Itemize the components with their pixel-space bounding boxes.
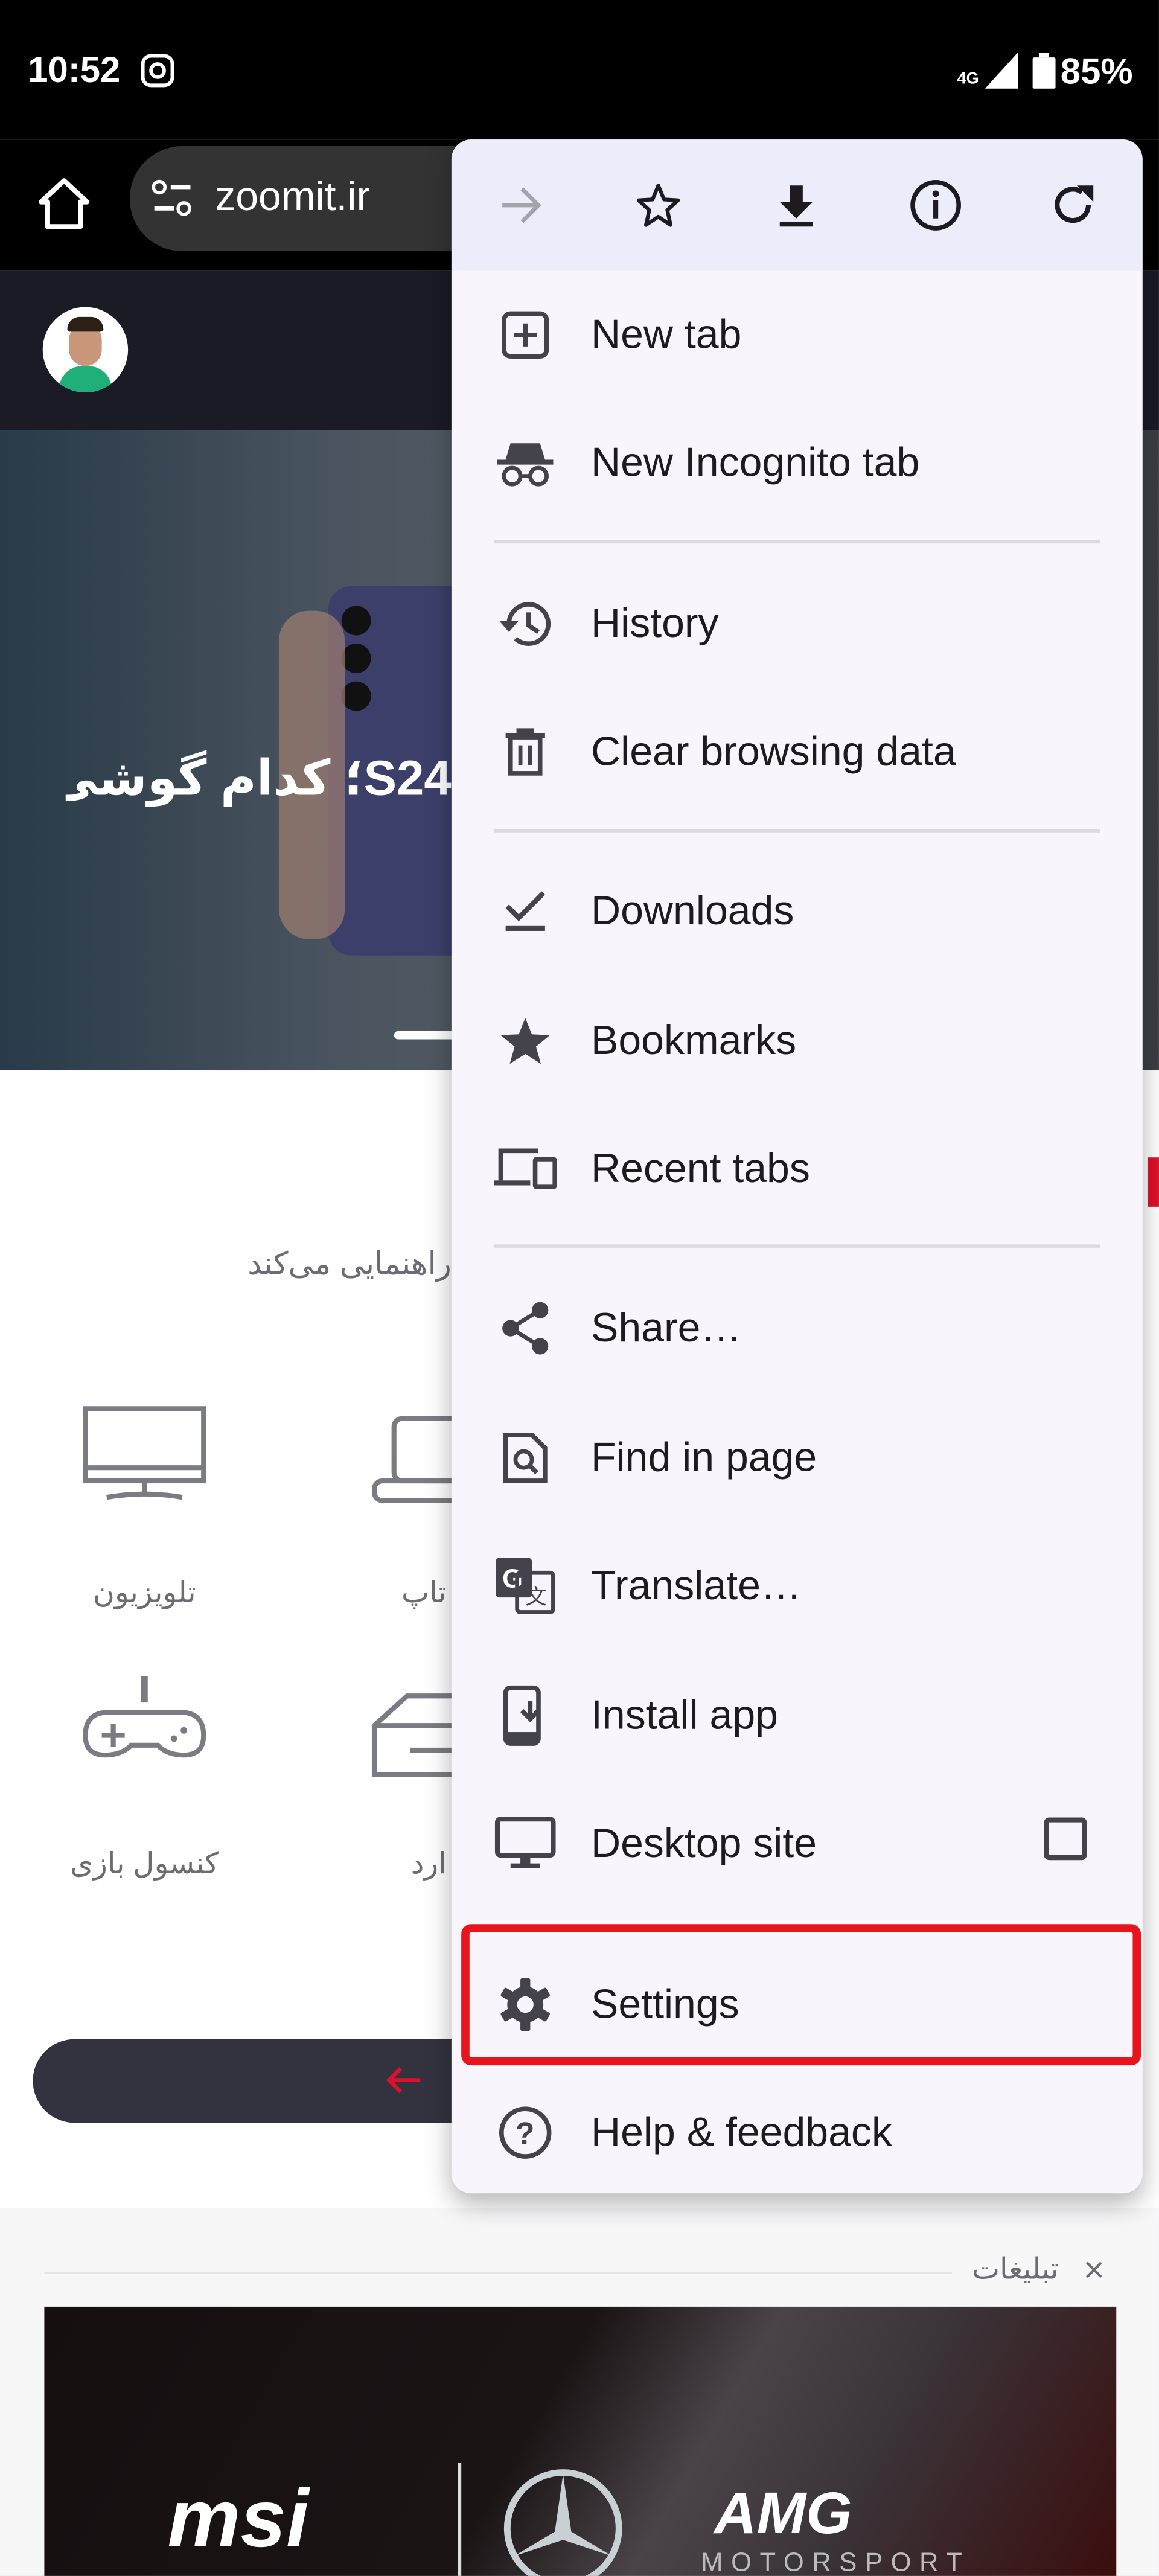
downloads-icon — [493, 878, 558, 944]
history-icon — [493, 591, 558, 657]
menu-item-label: Help & feedback — [591, 2109, 892, 2155]
menu-action-row — [451, 139, 1143, 271]
menu-item-label: Translate… — [591, 1562, 802, 1608]
menu-item-clear-browsing-data[interactable]: Clear browsing data — [452, 688, 1143, 816]
menu-item-help-feedback[interactable]: ? Help & feedback — [452, 2069, 1143, 2194]
menu-item-label: Recent tabs — [591, 1145, 810, 1191]
svg-text:?: ? — [516, 2116, 535, 2151]
ad-brand-motorsport: MOTORSPORT — [701, 2549, 971, 2576]
tv-icon — [83, 1406, 206, 1500]
section-subtitle: راهنمایی می‌کند — [247, 1247, 452, 1282]
incognito-icon — [493, 430, 558, 496]
screen: 10:52 4G 85% zoomit.ir S24؛ کدام گوشی را… — [0, 0, 1159, 2576]
desktop-site-checkbox[interactable] — [1044, 1817, 1087, 1861]
ad-brand-amg: AMG — [714, 2479, 852, 2546]
menu-item-label: Install app — [591, 1692, 778, 1738]
signal-icon — [985, 53, 1018, 89]
menu-item-downloads[interactable]: Downloads — [452, 847, 1143, 975]
menu-item-share[interactable]: Share… — [452, 1264, 1143, 1392]
clock: 10:52 — [28, 49, 121, 91]
settings-highlight-box — [461, 1924, 1141, 2066]
menu-item-label: Find in page — [591, 1434, 817, 1480]
menu-item-label: Bookmarks — [591, 1017, 797, 1063]
site-settings-icon[interactable] — [151, 179, 194, 218]
help-icon: ? — [493, 2100, 558, 2165]
carousel-indicator[interactable] — [394, 1031, 460, 1040]
download-icon[interactable] — [764, 173, 829, 238]
network-type: 4G — [957, 70, 979, 89]
trash-icon — [493, 719, 558, 785]
forward-icon[interactable] — [488, 173, 554, 238]
browser-menu: New tab New Incognito tab History Clear … — [451, 139, 1143, 2194]
category-console[interactable]: کنسول بازی — [46, 1670, 243, 1900]
star-icon — [493, 1008, 558, 1074]
svg-text:文: 文 — [525, 1585, 546, 1609]
category-label: کنسول بازی — [69, 1847, 219, 1880]
ad-section: تبلیغات × msi AMG MOTORSPORT — [0, 2208, 1159, 2576]
category-hard-drive[interactable]: ارد — [361, 1670, 470, 1900]
ad-close-button[interactable]: × — [1084, 2249, 1105, 2292]
menu-item-find-in-page[interactable]: Find in page — [452, 1394, 1143, 1522]
category-label: تلویزیون — [92, 1576, 196, 1609]
desktop-icon — [493, 1811, 558, 1877]
reload-icon[interactable] — [1041, 173, 1106, 238]
menu-item-label: Clear browsing data — [591, 728, 956, 775]
menu-item-translate[interactable]: G文 Translate… — [452, 1522, 1143, 1650]
menu-item-install-app[interactable]: Install app — [452, 1652, 1143, 1780]
avatar[interactable] — [42, 307, 129, 392]
battery-level: 85% — [1060, 51, 1133, 92]
ad-label: تبلیغات — [971, 2252, 1059, 2286]
instagram-icon — [141, 54, 174, 88]
translate-icon: G文 — [493, 1553, 558, 1619]
menu-item-history[interactable]: History — [452, 560, 1143, 688]
menu-divider — [494, 829, 1100, 833]
svg-text:G: G — [502, 1565, 523, 1594]
find-icon — [493, 1425, 558, 1491]
menu-item-new-tab[interactable]: New tab — [452, 271, 1143, 399]
category-label: ارد — [410, 1847, 447, 1880]
divider — [44, 2272, 953, 2274]
arrow-left-icon — [386, 2067, 421, 2094]
category-label: تاپ — [401, 1576, 447, 1609]
menu-item-label: Share… — [591, 1304, 742, 1350]
devices-icon — [493, 1136, 558, 1202]
install-app-icon — [493, 1683, 558, 1748]
status-bar: 10:52 4G 85% — [0, 0, 1159, 140]
menu-divider — [494, 540, 1100, 544]
gamepad-icon — [83, 1676, 206, 1758]
menu-item-desktop-site[interactable]: Desktop site — [452, 1780, 1143, 1908]
share-icon — [493, 1296, 558, 1361]
menu-item-label: New Incognito tab — [591, 439, 920, 485]
info-icon[interactable] — [903, 173, 969, 238]
mercedes-logo — [503, 2469, 622, 2576]
ad-brand-msi: msi — [167, 2472, 309, 2565]
bookmark-star-icon[interactable] — [625, 173, 691, 238]
menu-item-label: Desktop site — [591, 1820, 817, 1866]
home-icon[interactable] — [36, 176, 92, 231]
menu-divider — [494, 1244, 1100, 1248]
accent-bar — [1147, 1157, 1159, 1207]
menu-item-recent-tabs[interactable]: Recent tabs — [452, 1105, 1143, 1233]
new-tab-icon — [493, 302, 558, 368]
menu-item-label: Downloads — [591, 887, 794, 934]
menu-item-bookmarks[interactable]: Bookmarks — [452, 977, 1143, 1105]
menu-item-label: History — [591, 599, 719, 647]
category-tv[interactable]: تلویزیون — [46, 1399, 243, 1629]
ad-banner[interactable]: msi AMG MOTORSPORT — [44, 2306, 1117, 2576]
menu-item-label: New tab — [591, 311, 742, 357]
category-laptop[interactable]: تاپ — [361, 1399, 470, 1629]
menu-item-new-incognito-tab[interactable]: New Incognito tab — [452, 399, 1143, 527]
battery-icon — [1032, 53, 1056, 89]
url-text: zoomit.ir — [215, 174, 371, 220]
hero-title: S24؛ کدام گوشی — [65, 752, 452, 807]
